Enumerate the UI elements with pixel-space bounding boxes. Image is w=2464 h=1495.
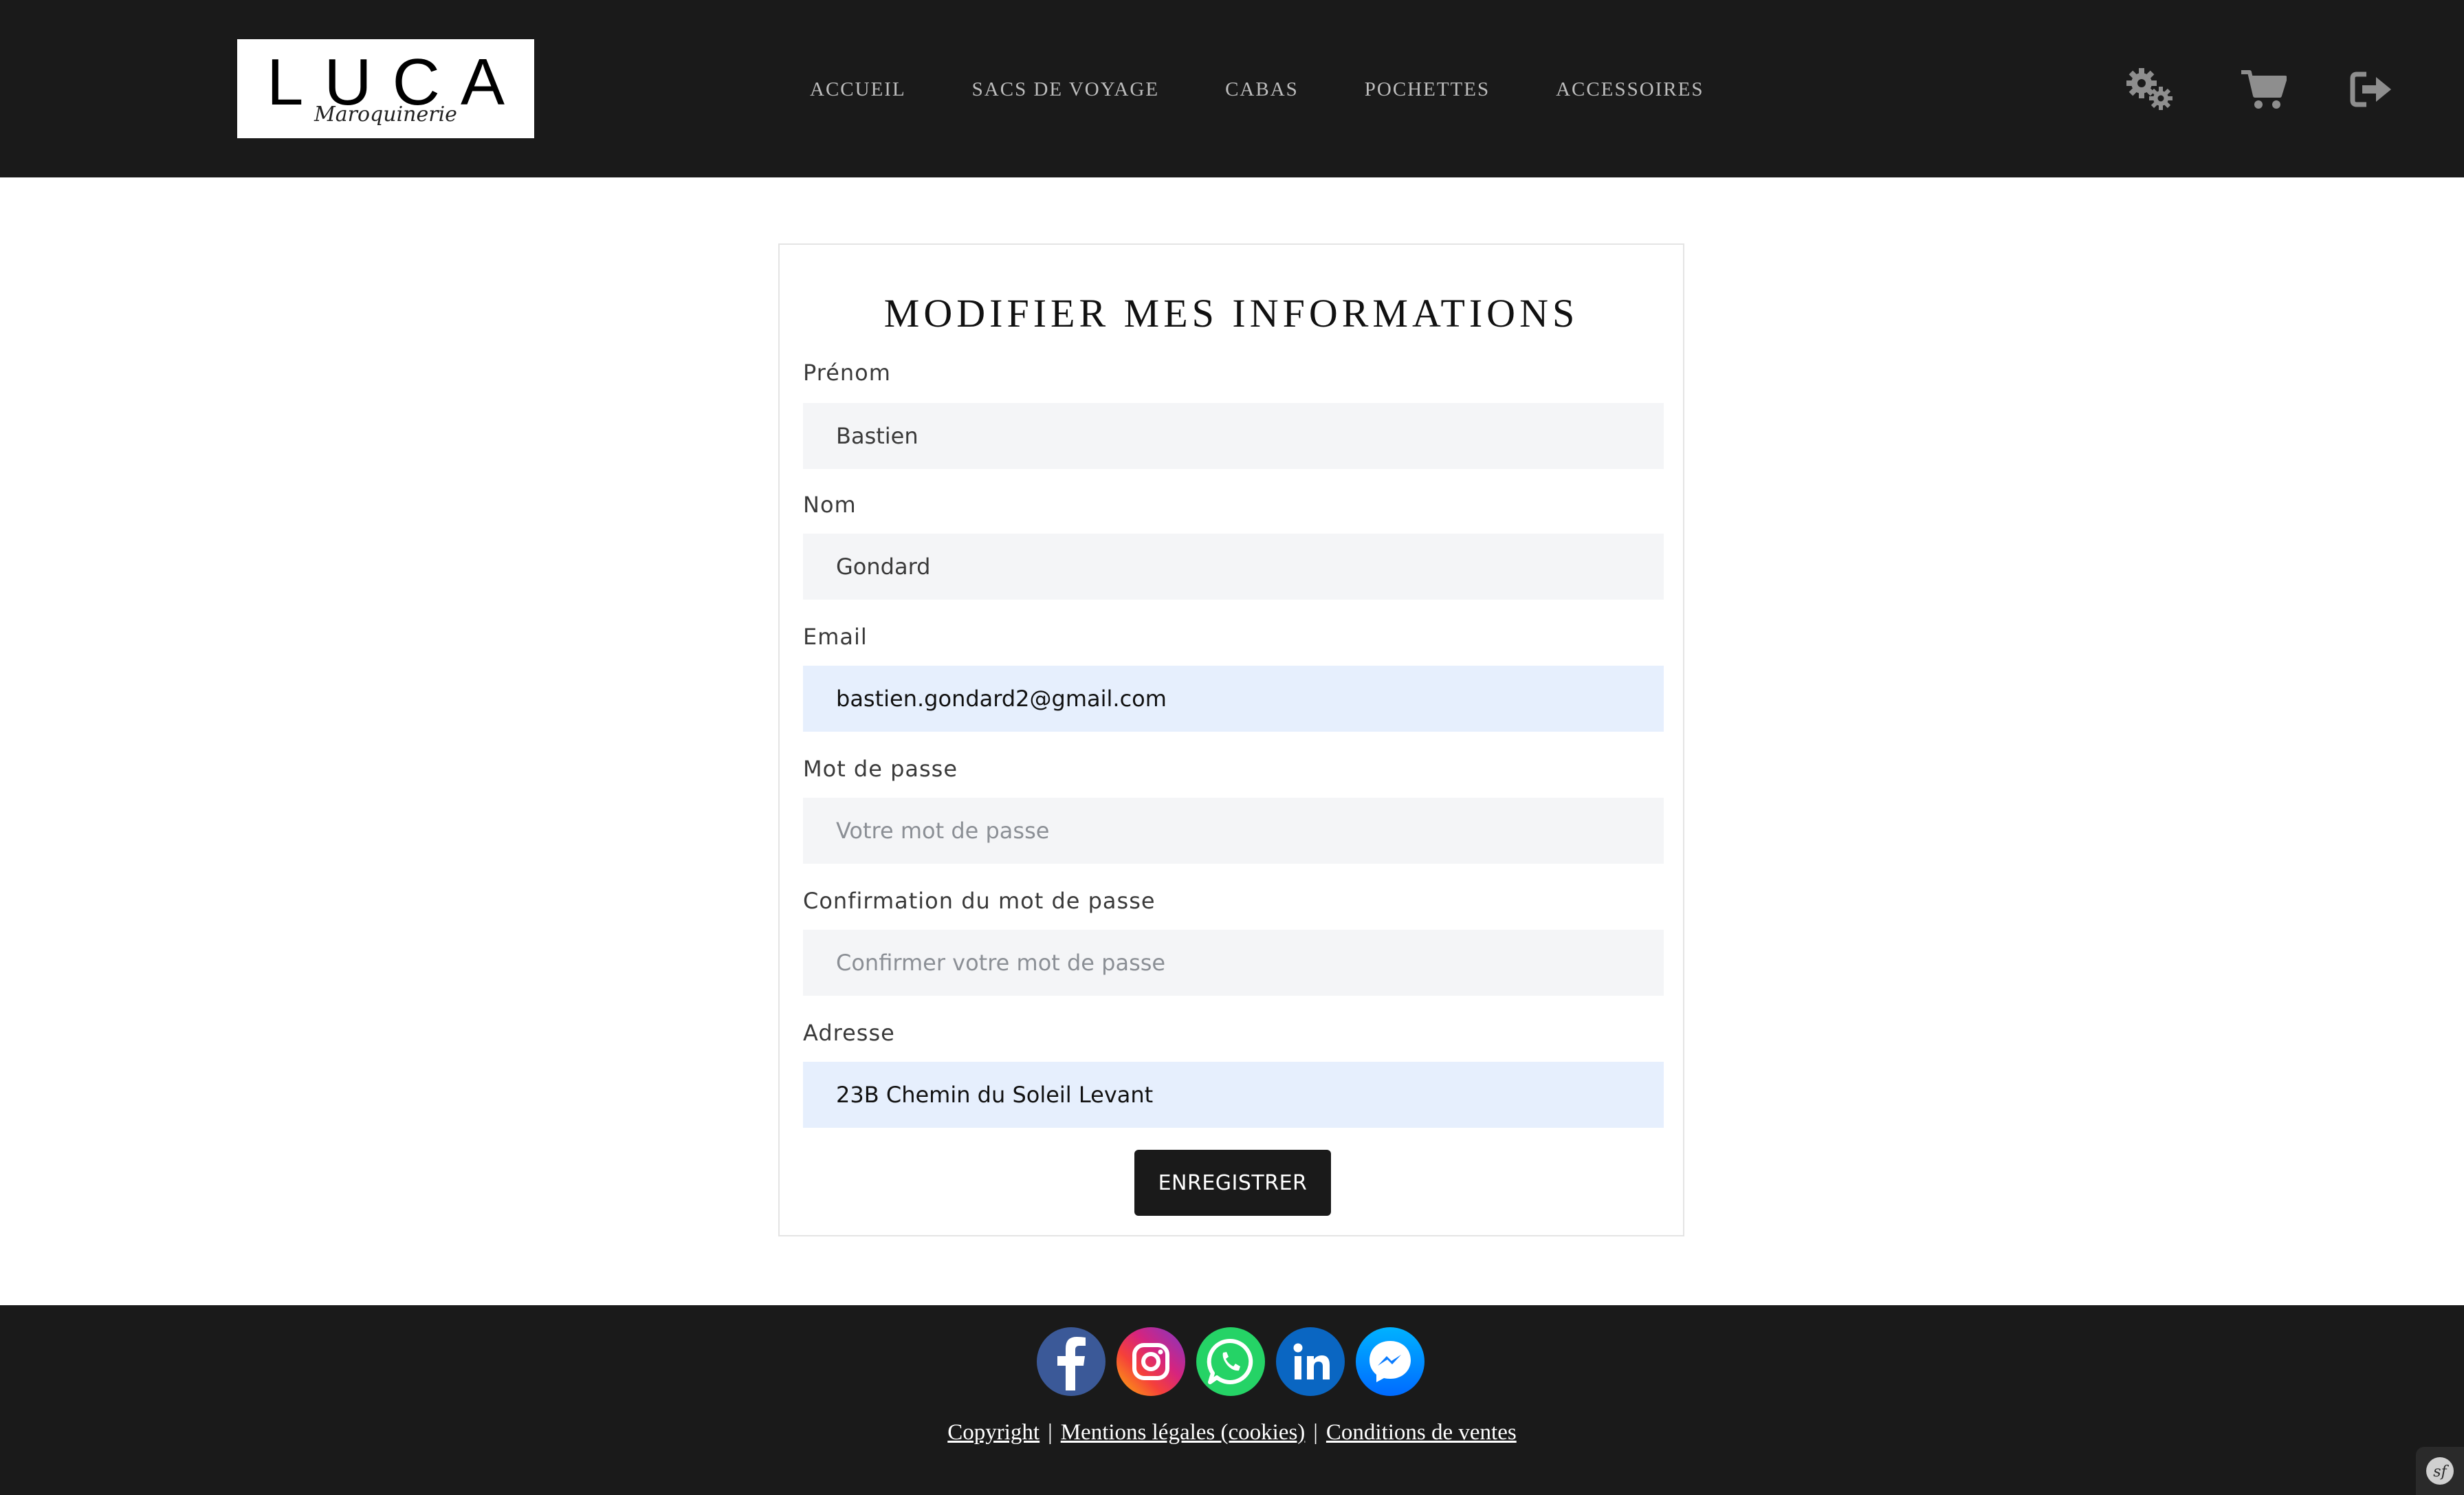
save-button[interactable]: ENREGISTRER [1134,1150,1331,1216]
site-header: LUCA Maroquinerie ACCUEIL SACS DE VOYAGE… [0,0,2464,177]
password-field[interactable] [803,798,1664,864]
password-label: Mot de passe [803,756,958,782]
messenger-icon[interactable] [1356,1327,1424,1396]
instagram-icon[interactable] [1116,1327,1185,1396]
nav-item-accessoires[interactable]: ACCESSOIRES [1556,72,1704,107]
whatsapp-icon[interactable] [1196,1327,1265,1396]
gears-icon[interactable] [2122,62,2177,117]
password-confirm-label: Confirmation du mot de passe [803,888,1156,914]
logo-tagline: Maroquinerie [314,102,457,127]
legal-links: Copyright | Mentions légales (cookies) | Con… [0,1415,2464,1450]
edit-profile-card: MODIFIER MES INFORMATIONS Prénom Nom Ema… [778,243,1684,1236]
site-footer: Copyright | Mentions légales (cookies) | Con… [0,1305,2464,1495]
nav-item-pochettes[interactable]: POCHETTES [1365,72,1490,107]
symfony-toolbar-icon[interactable]: sf [2416,1447,2464,1495]
linkedin-icon[interactable] [1276,1327,1345,1396]
separator: | [1048,1420,1053,1445]
last-name-field[interactable] [803,534,1664,600]
brand-logo[interactable]: LUCA Maroquinerie [237,39,534,138]
email-field[interactable] [803,666,1664,732]
page-title: MODIFIER MES INFORMATIONS [883,291,1579,336]
nav-item-cabas[interactable]: CABAS [1225,72,1299,107]
first-name-label: Prénom [803,360,891,386]
facebook-icon[interactable] [1037,1327,1106,1396]
cart-icon[interactable] [2236,62,2291,117]
email-label: Email [803,624,868,650]
nav-item-sacs-de-voyage[interactable]: SACS DE VOYAGE [972,72,1159,107]
nav-item-accueil[interactable]: ACCUEIL [810,72,906,107]
terms-of-sale-link[interactable]: Conditions de ventes [1326,1420,1517,1445]
logout-icon[interactable] [2344,62,2399,117]
legal-notice-link[interactable]: Mentions légales (cookies) [1061,1420,1306,1445]
social-links [1037,1327,1424,1396]
copyright-link[interactable]: Copyright [947,1420,1040,1445]
separator: | [1313,1420,1318,1445]
address-label: Adresse [803,1020,895,1046]
main-nav: ACCUEIL SACS DE VOYAGE CABAS POCHETTES A… [810,72,1704,107]
address-field[interactable] [803,1062,1664,1128]
first-name-field[interactable] [803,403,1664,469]
last-name-label: Nom [803,492,857,518]
password-confirm-field[interactable] [803,930,1664,996]
